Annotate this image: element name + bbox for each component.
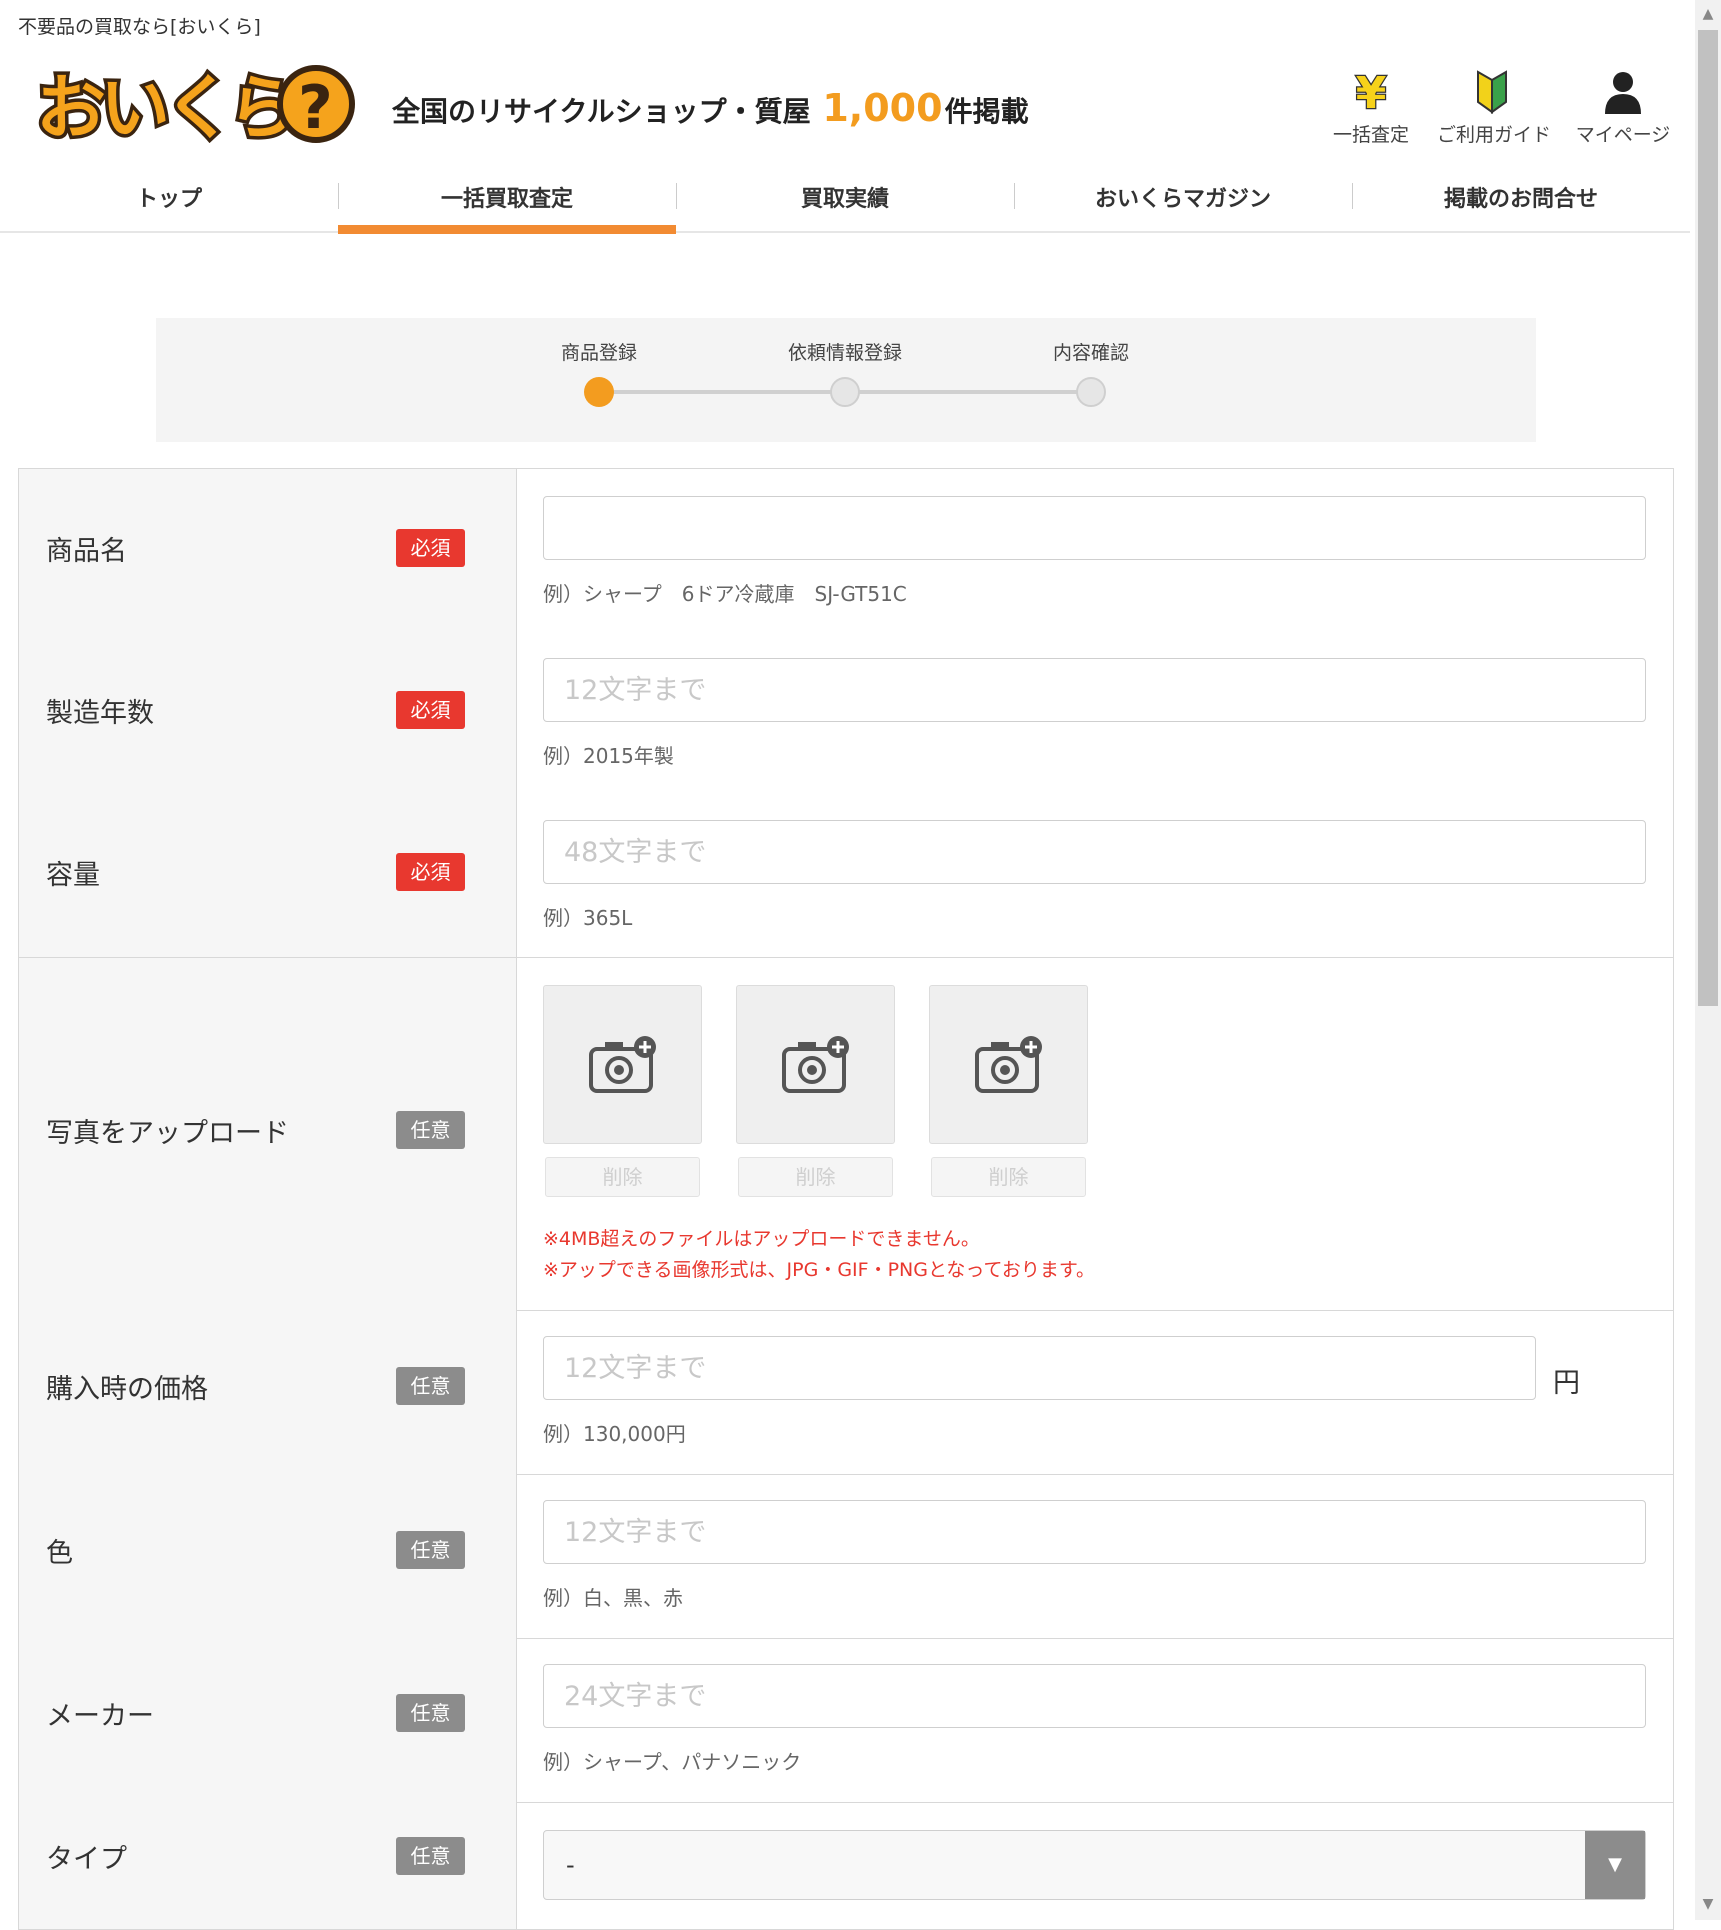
camera-add-icon: [588, 1035, 656, 1093]
required-badge: 必須: [396, 529, 465, 567]
row-divider: [517, 1638, 1673, 1639]
step-dot: [830, 377, 860, 407]
product-form: 商品名 必須 例）シャープ 6ドア冷蔵庫 SJ-GT51C 製造年数 必須 例）…: [18, 468, 1674, 1930]
capacity-hint: 例）365L: [543, 906, 633, 930]
type-select-value: -: [566, 1851, 575, 1879]
progress-steps: 商品登録 依頼情報登録 内容確認: [156, 318, 1536, 442]
year-input[interactable]: [543, 658, 1646, 722]
optional-badge: 任意: [396, 1367, 465, 1405]
chevron-down-icon[interactable]: ▼: [1585, 1831, 1645, 1899]
catch-suffix: 件掲載: [944, 95, 1029, 128]
optional-badge: 任意: [396, 1111, 465, 1149]
step-dot: [1076, 377, 1106, 407]
scrollbar-thumb[interactable]: [1698, 30, 1718, 1006]
svg-text:¥: ¥: [1356, 68, 1387, 114]
photo-delete-button[interactable]: 削除: [931, 1157, 1086, 1197]
section-divider: [19, 957, 1673, 958]
scroll-down-arrow-icon[interactable]: ▼: [1700, 1896, 1716, 1912]
year-hint: 例）2015年製: [543, 744, 674, 768]
header-catchcopy: 全国のリサイクルショップ・質屋 1,000件掲載: [392, 86, 1029, 130]
color-input[interactable]: [543, 1500, 1646, 1564]
tab-purchase-results[interactable]: 買取実績: [676, 165, 1014, 231]
header-link-label: マイページ: [1575, 124, 1671, 146]
photo-delete-button[interactable]: 削除: [545, 1157, 700, 1197]
color-hint: 例）白、黒、赤: [543, 1586, 683, 1610]
photo-upload-slot[interactable]: [543, 985, 702, 1144]
label-type: タイプ: [46, 1844, 127, 1875]
label-photo-upload: 写真をアップロード: [46, 1118, 289, 1149]
catch-number: 1,000: [822, 86, 943, 130]
camera-add-icon: [974, 1035, 1042, 1093]
optional-badge: 任意: [396, 1837, 465, 1875]
step-label-product: 商品登録: [560, 342, 637, 364]
label-year: 製造年数: [46, 698, 154, 729]
photo-delete-button[interactable]: 削除: [738, 1157, 893, 1197]
step-label-confirm: 内容確認: [1052, 342, 1129, 364]
tab-magazine[interactable]: おいくらマガジン: [1014, 165, 1352, 231]
tab-bulk-appraisal[interactable]: 一括買取査定: [338, 165, 676, 234]
type-select[interactable]: - ▼: [543, 1830, 1646, 1900]
product-name-input[interactable]: [543, 496, 1646, 560]
tab-top[interactable]: トップ: [0, 165, 338, 231]
maker-input[interactable]: [543, 1664, 1646, 1728]
header-link-mypage[interactable]: マイページ: [1568, 62, 1678, 147]
header-link-label: ご利用ガイド: [1437, 124, 1552, 146]
maker-hint: 例）シャープ、パナソニック: [543, 1750, 802, 1774]
upload-size-warning: ※4MB超えのファイルはアップロードできません。: [543, 1228, 980, 1250]
header-link-guide[interactable]: ご利用ガイド: [1437, 62, 1552, 147]
optional-badge: 任意: [396, 1694, 465, 1732]
required-badge: 必須: [396, 691, 465, 729]
scroll-up-arrow-icon[interactable]: ▲: [1700, 6, 1716, 22]
photo-upload-slot[interactable]: [929, 985, 1088, 1144]
header-link-bulk-appraisal[interactable]: ¥ 一括査定: [1316, 62, 1426, 147]
beginner-leaf-icon: [1437, 62, 1547, 114]
purchase-price-hint: 例）130,000円: [543, 1422, 686, 1446]
camera-add-icon: [781, 1035, 849, 1093]
currency-unit: 円: [1553, 1368, 1580, 1399]
svg-text:?: ?: [298, 73, 333, 143]
row-divider: [517, 1802, 1673, 1803]
yen-icon: ¥: [1316, 62, 1426, 114]
photo-upload-slot[interactable]: [736, 985, 895, 1144]
oikura-logo[interactable]: おいくら ?: [28, 60, 356, 148]
header-link-label: 一括査定: [1332, 124, 1409, 146]
label-product-name: 商品名: [46, 536, 127, 567]
site-tagline: 不要品の買取なら[おいくら]: [18, 16, 261, 38]
row-divider: [517, 1474, 1673, 1475]
required-badge: 必須: [396, 853, 465, 891]
upload-format-warning: ※アップできる画像形式は、JPG・GIF・PNGとなっております。: [543, 1259, 1095, 1281]
label-capacity: 容量: [46, 860, 100, 891]
catch-prefix: 全国のリサイクルショップ・質屋: [392, 95, 811, 128]
purchase-price-input[interactable]: [543, 1336, 1536, 1400]
global-nav: トップ 一括買取査定 買取実績 おいくらマガジン 掲載のお問合せ: [0, 165, 1690, 234]
step-label-request-info: 依頼情報登録: [787, 342, 902, 364]
optional-badge: 任意: [396, 1531, 465, 1569]
product-name-hint: 例）シャープ 6ドア冷蔵庫 SJ-GT51C: [543, 582, 907, 606]
label-maker: メーカー: [46, 1701, 154, 1732]
label-color: 色: [46, 1538, 73, 1569]
row-divider: [517, 1310, 1673, 1311]
step-dot-current: [584, 377, 614, 407]
capacity-input[interactable]: [543, 820, 1646, 884]
user-icon: [1568, 62, 1678, 114]
tab-listing-inquiry[interactable]: 掲載のお問合せ: [1352, 165, 1690, 231]
label-purchase-price: 購入時の価格: [46, 1374, 208, 1405]
svg-text:おいくら: おいくら: [36, 67, 292, 148]
